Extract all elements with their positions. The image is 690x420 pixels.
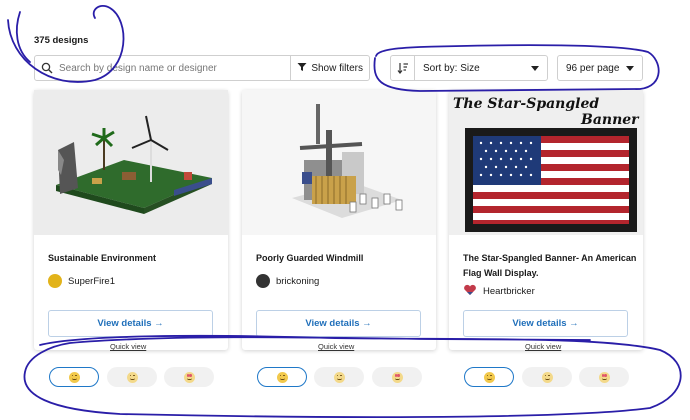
chevron-down-icon (531, 65, 539, 71)
heart-eyes-emoji-icon (598, 371, 610, 383)
designer-name: SuperFire1 (68, 275, 115, 287)
reaction-smile-button[interactable] (49, 367, 99, 387)
heart-eyes-emoji-icon (391, 371, 403, 383)
image-caption: Banner (580, 112, 640, 128)
show-filters-label: Show filters (311, 62, 363, 74)
view-details-button[interactable]: View details → (256, 310, 421, 337)
neutral-emoji-icon (541, 371, 553, 383)
filter-icon (297, 62, 307, 75)
design-title[interactable]: Sustainable Environment (48, 251, 223, 266)
view-details-button[interactable]: View details → (463, 310, 628, 337)
reaction-love-button[interactable] (579, 367, 629, 387)
designer-name: Heartbricker (483, 285, 535, 297)
designer-row[interactable]: SuperFire1 (48, 273, 115, 289)
quick-view-link[interactable]: Quick view (318, 342, 354, 351)
smile-emoji-icon (276, 371, 288, 383)
sort-label: Sort by: Size (423, 62, 480, 74)
chevron-down-icon (626, 65, 634, 71)
per-page-dropdown[interactable]: 96 per page (557, 55, 643, 81)
reaction-love-button[interactable] (164, 367, 214, 387)
search-bar: Show filters (34, 55, 370, 81)
sort-order-icon[interactable] (391, 56, 415, 80)
design-image[interactable] (242, 90, 436, 235)
avatar (48, 274, 62, 288)
show-filters-button[interactable]: Show filters (290, 56, 369, 80)
heart-eyes-emoji-icon (183, 371, 195, 383)
reaction-neutral-button[interactable] (107, 367, 157, 387)
quick-view-link[interactable]: Quick view (525, 342, 561, 351)
reaction-smile-button[interactable] (257, 367, 307, 387)
design-title[interactable]: Poorly Guarded Windmill (256, 251, 431, 266)
neutral-emoji-icon (333, 371, 345, 383)
design-image[interactable]: The Star-Spangled Banner (449, 90, 643, 235)
sort-dropdown[interactable]: Sort by: Size (390, 55, 548, 81)
reaction-neutral-button[interactable] (314, 367, 364, 387)
reaction-love-button[interactable] (372, 367, 422, 387)
results-count: 375 designs (34, 35, 89, 46)
reaction-smile-button[interactable] (464, 367, 514, 387)
per-page-label: 96 per page (566, 62, 620, 74)
search-icon (35, 62, 59, 74)
design-title[interactable]: The Star-Spangled Banner- An American Fl… (463, 251, 638, 281)
quick-view-link[interactable]: Quick view (110, 342, 146, 351)
annotation-circle (15, 11, 31, 63)
design-image[interactable] (34, 90, 228, 235)
designer-row[interactable]: brickoning (256, 273, 319, 289)
designer-row[interactable]: Heartbricker (463, 283, 535, 299)
designer-name: brickoning (276, 275, 320, 287)
image-caption: The Star-Spangled (453, 96, 599, 112)
heart-avatar-icon (463, 284, 477, 299)
design-card: The Star-Spangled Banner The Star-Spangl… (449, 90, 643, 350)
reaction-neutral-button[interactable] (522, 367, 572, 387)
design-card: Poorly Guarded Windmill brickoning View … (242, 90, 436, 350)
search-input[interactable] (59, 62, 291, 74)
smile-emoji-icon (483, 371, 495, 383)
design-card: Sustainable Environment SuperFire1 View … (34, 90, 228, 350)
view-details-button[interactable]: View details → (48, 310, 213, 337)
smile-emoji-icon (68, 371, 80, 383)
avatar (256, 274, 270, 288)
neutral-emoji-icon (126, 371, 138, 383)
